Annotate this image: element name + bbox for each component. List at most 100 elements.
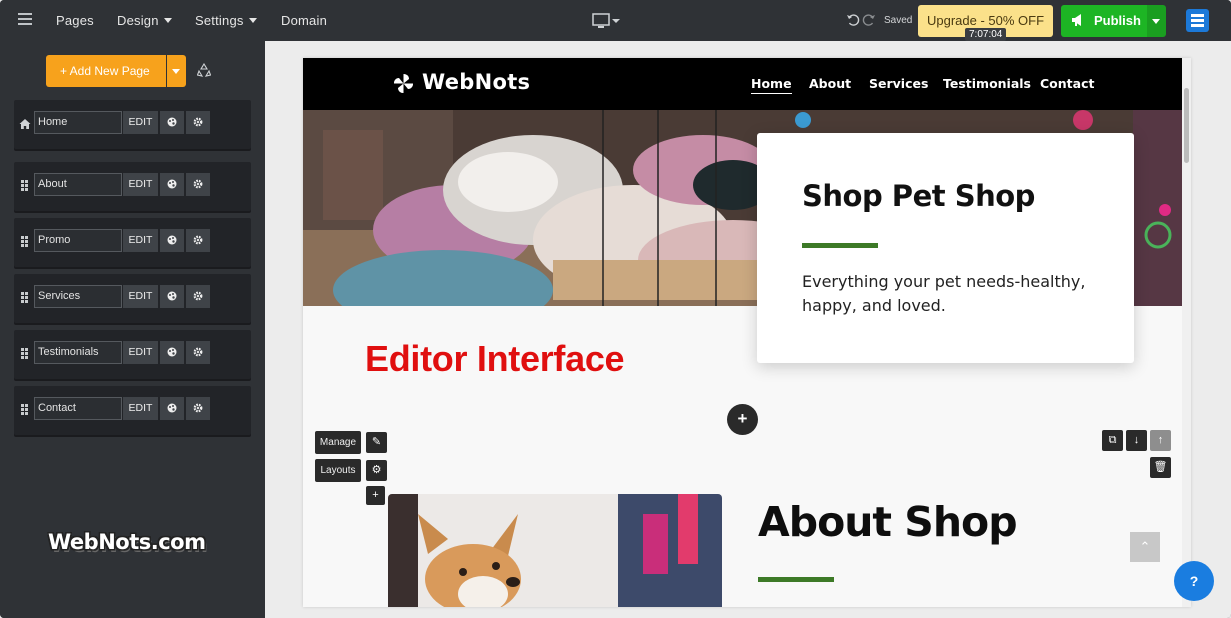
page-row-contact: Contact EDIT [14,386,251,435]
page-settings-button[interactable] [186,173,210,196]
page-settings-button[interactable] [186,285,210,308]
page-name-field[interactable]: Services [34,285,122,308]
section-settings-icon[interactable]: ⚙ [366,460,387,481]
delete-icon[interactable]: 🗑 [1150,457,1171,478]
help-button[interactable]: ? [1174,561,1214,601]
site-nav-testimonials[interactable]: Testimonials [943,76,1031,91]
editor-annotation: Editor Interface [365,338,625,379]
add-page-options-button[interactable] [167,55,186,87]
add-section-button[interactable]: + [727,404,758,435]
hero-divider [802,243,878,248]
nav-pages[interactable]: Pages [56,13,94,28]
page-name-field[interactable]: Testimonials [34,341,122,364]
nav-settings[interactable]: Settings [195,13,257,28]
site-nav-services[interactable]: Services [869,76,928,91]
site-nav-about[interactable]: About [809,76,851,91]
drag-handle-icon[interactable] [21,236,29,248]
logo-icon [393,73,414,94]
palette-icon [167,235,177,245]
watermark: WebNots.com [48,530,206,554]
site-preview: WebNots Home About Services Testimonials… [303,58,1191,607]
page-name-field[interactable]: Home [34,111,122,134]
edit-pencil-icon[interactable]: ✎ [366,432,387,453]
brand-icon[interactable] [1186,9,1209,32]
gear-icon [193,117,203,127]
edit-page-button[interactable]: EDIT [123,173,158,196]
site-nav-contact[interactable]: Contact [1040,76,1094,91]
design-page-button[interactable] [160,173,184,196]
nav-design[interactable]: Design [117,13,172,28]
design-page-button[interactable] [160,111,184,134]
nav-domain-label: Domain [281,13,327,28]
page-name-field[interactable]: Promo [34,229,122,252]
move-up-icon[interactable]: ↑ [1150,430,1171,451]
home-icon [19,119,31,129]
drag-handle-icon[interactable] [21,292,29,304]
palette-icon [167,403,177,413]
top-bar: Pages Design Settings Domain Saved Upgra… [0,0,1231,41]
desktop-icon[interactable] [592,13,622,29]
drag-handle-icon[interactable] [21,348,29,360]
page-settings-button[interactable] [186,341,210,364]
move-down-icon[interactable]: ↓ [1126,430,1147,451]
design-page-button[interactable] [160,229,184,252]
palette-icon [167,117,177,127]
saved-status: Saved [884,15,913,26]
chevron-down-icon [248,18,257,23]
editor-canvas: WebNots Home About Services Testimonials… [265,41,1231,618]
page-row-promo: Promo EDIT [14,218,251,267]
page-row-about: About EDIT [14,162,251,211]
site-header: WebNots Home About Services Testimonials… [303,58,1182,110]
timer-badge: 7:07:04 [965,28,1007,41]
manage-button[interactable]: Manage [315,431,361,454]
edit-page-button[interactable]: EDIT [123,229,158,252]
drag-handle-icon[interactable] [21,180,29,192]
hero-card: Shop Pet Shop Everything your pet needs-… [757,133,1134,363]
nav-domain[interactable]: Domain [281,13,327,28]
design-page-button[interactable] [160,341,184,364]
palette-icon [167,347,177,357]
gear-icon [193,403,203,413]
design-page-button[interactable] [160,285,184,308]
site-nav-home[interactable]: Home [751,76,792,94]
edit-page-button[interactable]: EDIT [123,285,158,308]
edit-page-button[interactable]: EDIT [123,341,158,364]
page-row-testimonials: Testimonials EDIT [14,330,251,379]
publish-options-button[interactable] [1147,5,1166,37]
preview-scrollbar[interactable] [1182,58,1191,607]
scroll-to-top-button[interactable]: ⌃ [1130,532,1160,562]
megaphone-icon [1072,14,1081,26]
gear-icon [193,179,203,189]
add-new-page-button[interactable]: + Add New Page [46,55,166,87]
duplicate-icon[interactable]: ⧉ [1102,430,1123,451]
gear-icon [193,347,203,357]
hero-title: Shop Pet Shop [802,179,1035,213]
about-image [388,494,722,607]
undo-icon[interactable] [846,13,860,27]
nav-settings-label: Settings [195,13,244,28]
edit-page-button[interactable]: EDIT [123,111,158,134]
about-title: About Shop [758,498,1018,546]
page-name-field[interactable]: Contact [34,397,122,420]
page-settings-button[interactable] [186,229,210,252]
recycle-bin-icon[interactable] [197,63,211,77]
layouts-button[interactable]: Layouts [315,459,361,482]
page-name-field[interactable]: About [34,173,122,196]
palette-icon [167,291,177,301]
add-block-icon[interactable]: + [366,486,385,505]
page-settings-button[interactable] [186,111,210,134]
page-settings-button[interactable] [186,397,210,420]
palette-icon [167,179,177,189]
edit-page-button[interactable]: EDIT [123,397,158,420]
page-row-home: Home EDIT [14,100,251,149]
design-page-button[interactable] [160,397,184,420]
redo-icon[interactable] [862,13,876,27]
menu-icon[interactable] [18,13,32,25]
drag-handle-icon[interactable] [21,404,29,416]
chevron-down-icon [163,18,172,23]
site-logo-text[interactable]: WebNots [422,70,530,94]
hero-text: Everything your pet needs-healthy, happy… [802,272,1086,315]
nav-design-label: Design [117,13,159,28]
nav-pages-label: Pages [56,13,94,28]
about-divider [758,577,834,582]
